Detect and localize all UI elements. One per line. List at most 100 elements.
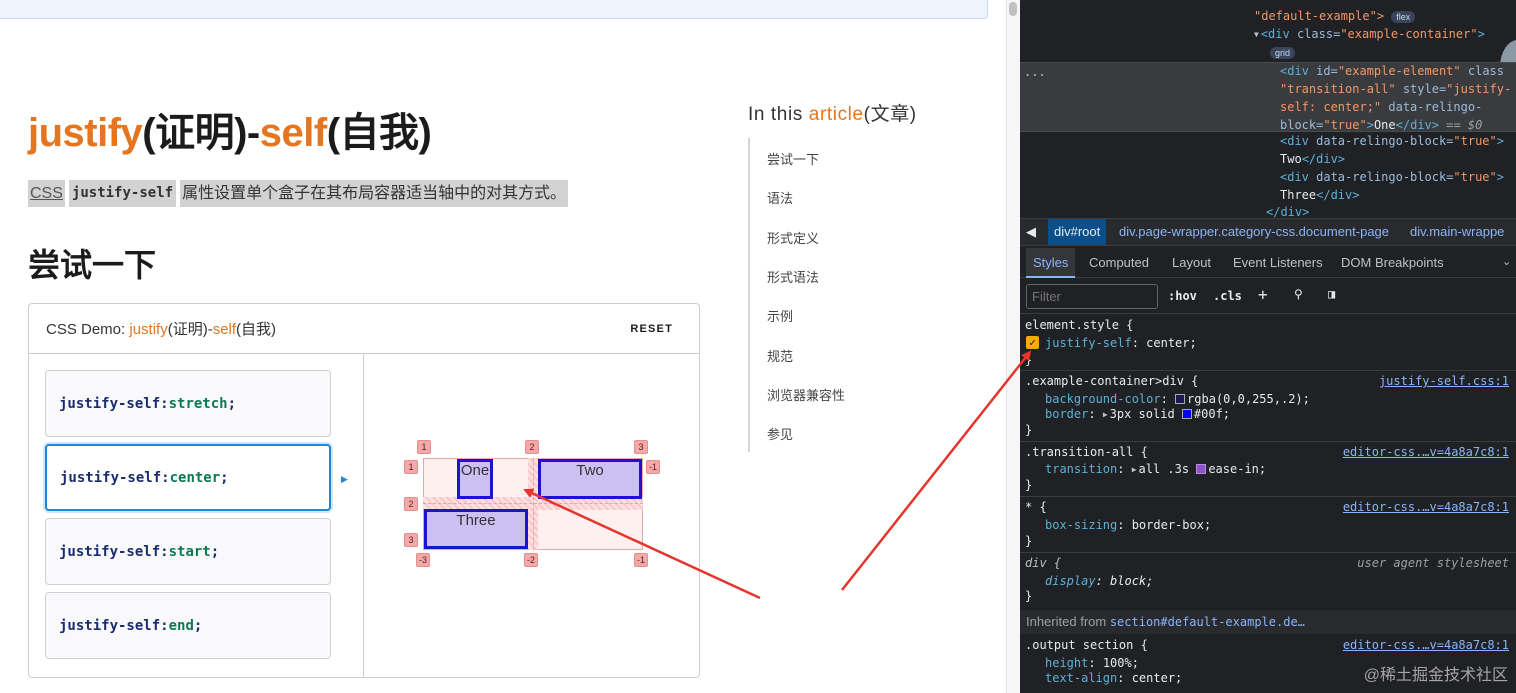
- grid-item-one[interactable]: One: [457, 459, 493, 499]
- toc-heading-part-3: (文章): [863, 104, 917, 125]
- rule-declaration[interactable]: box-sizing: border-box;: [1045, 517, 1211, 533]
- dom-tag: >: [1366, 118, 1374, 132]
- choice-center[interactable]: justify-self: center;: [45, 444, 331, 511]
- css-value: center;: [1146, 336, 1197, 350]
- breadcrumb-item[interactable]: div.page-wrapper.category-css.document-p…: [1119, 224, 1389, 239]
- rule-selector: div {: [1025, 556, 1062, 570]
- grid-badge[interactable]: grid: [1270, 46, 1296, 59]
- reset-button[interactable]: RESET: [630, 323, 673, 335]
- toc-item[interactable]: 形式语法: [767, 267, 819, 286]
- flex-badge[interactable]: flex: [1391, 10, 1416, 23]
- rule-source-link[interactable]: justify-self.css:1: [1379, 373, 1509, 389]
- breadcrumb-item[interactable]: div.main-wrappe: [1410, 224, 1504, 239]
- search-bar[interactable]: [0, 0, 988, 19]
- page-scroll-thumb[interactable]: [1009, 2, 1017, 16]
- breadcrumb-back-icon[interactable]: ◀: [1026, 224, 1036, 240]
- tab-event-listeners[interactable]: Event Listeners: [1233, 255, 1323, 270]
- dom-line-three[interactable]: <div data-relingo-block="true">: [1280, 168, 1504, 186]
- dom-line-container[interactable]: ▼ <div class="example-container">: [1254, 25, 1485, 44]
- tab-layout[interactable]: Layout: [1172, 255, 1211, 270]
- breadcrumb: ◀ div#root div.page-wrapper.category-css…: [1020, 218, 1516, 246]
- css-value: 3px solid: [1109, 407, 1182, 421]
- filter-input[interactable]: [1026, 284, 1158, 309]
- rule-close: }: [1025, 478, 1033, 492]
- table-of-contents: 尝试一下 语法 形式定义 形式语法 示例 规范 浏览器兼容性 参见: [748, 138, 948, 452]
- easing-icon[interactable]: [1196, 464, 1207, 474]
- new-rule-button[interactable]: +: [1258, 285, 1268, 304]
- color-swatch[interactable]: [1181, 409, 1192, 419]
- tab-computed[interactable]: Computed: [1089, 255, 1149, 270]
- paint-brush-icon[interactable]: ⚲: [1294, 287, 1303, 301]
- page-scrollbar[interactable]: [1006, 0, 1020, 693]
- rule-source-link[interactable]: editor-css.…v=4a8a7c8:1: [1343, 637, 1509, 653]
- css-link[interactable]: CSS: [28, 180, 65, 207]
- toc-item[interactable]: 语法: [767, 188, 793, 207]
- choice-value: start: [168, 543, 211, 560]
- dom-selected-node[interactable]: ... <div id="example-element" class "tra…: [1020, 62, 1516, 132]
- expand-triangle-icon[interactable]: ▼: [1254, 26, 1259, 44]
- choice-prop: justify-self: [59, 617, 161, 634]
- rule-declaration[interactable]: background-color: rgba(0,0,255,.2);: [1045, 391, 1310, 407]
- expand-triangle-icon[interactable]: ▶: [1103, 407, 1108, 423]
- css-value: all .3s: [1138, 462, 1197, 476]
- inherited-link[interactable]: section#default-example.de…: [1110, 615, 1305, 629]
- choice-stretch[interactable]: justify-self: stretch;: [45, 370, 331, 437]
- rule-declaration[interactable]: justify-self: center;: [1045, 335, 1197, 351]
- rule-universal: * {editor-css.…v=4a8a7c8:1: [1025, 499, 1513, 515]
- dom-text: Three: [1280, 188, 1317, 202]
- choice-end: ;: [193, 617, 203, 634]
- rule-declaration[interactable]: text-align: center;: [1045, 670, 1182, 686]
- css-property: text-align: [1045, 671, 1118, 685]
- toc-item[interactable]: 参见: [767, 424, 793, 443]
- toc-item[interactable]: 尝试一下: [767, 149, 819, 168]
- rule-declaration[interactable]: border: ▶ 3px solid #00f;: [1045, 406, 1230, 423]
- choice-value: stretch: [168, 395, 228, 412]
- demo-title: CSS Demo: justify(证明)-self(自我): [46, 318, 276, 339]
- rule-declaration[interactable]: height: 100%;: [1045, 655, 1139, 671]
- sidebar-toggle-icon[interactable]: ◨: [1328, 287, 1335, 301]
- dom-line-two-text: Two</div>: [1280, 150, 1345, 168]
- choice-sep: :: [161, 469, 170, 486]
- css-value: center;: [1131, 671, 1183, 685]
- rule-source-link[interactable]: editor-css.…v=4a8a7c8:1: [1343, 499, 1509, 515]
- mdn-page: justify(证明)-self(自我) CSS justify-self 属性…: [0, 0, 1020, 693]
- css-demo-panel: CSS Demo: justify(证明)-self(自我) RESET jus…: [28, 303, 700, 678]
- demo-title-part-1: justify: [129, 321, 168, 338]
- dom-tag: <div: [1280, 134, 1309, 148]
- description-text: 属性设置单个盒子在其布局容器适当轴中的对其方式。: [180, 180, 569, 207]
- choice-end[interactable]: justify-self: end;: [45, 592, 331, 659]
- rule-declaration[interactable]: transition: ▶ all .3s ease-in;: [1045, 461, 1266, 478]
- css-value: #00f;: [1193, 407, 1231, 421]
- demo-header: CSS Demo: justify(证明)-self(自我) RESET: [29, 304, 699, 354]
- cls-button[interactable]: .cls: [1213, 289, 1242, 303]
- toc-item[interactable]: 示例: [767, 306, 793, 325]
- hov-button[interactable]: :hov: [1168, 289, 1197, 303]
- property-checkbox[interactable]: ✓: [1026, 336, 1039, 349]
- rule-source-link[interactable]: editor-css.…v=4a8a7c8:1: [1343, 444, 1509, 460]
- toc-heading-part-1: In this: [748, 104, 809, 125]
- title-part-3: self: [259, 111, 327, 155]
- dom-attr-value: "true": [1453, 134, 1497, 148]
- dom-line-two[interactable]: <div data-relingo-block="true">: [1280, 132, 1504, 150]
- breadcrumb-item[interactable]: div#root: [1048, 219, 1107, 245]
- choice-start[interactable]: justify-self: start;: [45, 518, 331, 585]
- tab-styles[interactable]: Styles: [1026, 248, 1076, 278]
- dom-tag: </div>: [1301, 152, 1346, 166]
- css-value: border-box;: [1131, 518, 1212, 532]
- dom-tag: >: [1496, 134, 1504, 148]
- dom-line-section[interactable]: "default-example"> flex: [1254, 7, 1416, 25]
- demo-title-prefix: CSS Demo:: [46, 321, 130, 338]
- color-swatch[interactable]: [1175, 394, 1186, 404]
- tab-dom-breakpoints[interactable]: DOM Breakpoints: [1341, 255, 1444, 270]
- toc-item[interactable]: 形式定义: [767, 228, 819, 247]
- grid-column-line: [533, 458, 534, 550]
- expand-triangle-icon[interactable]: ▶: [1132, 462, 1137, 478]
- toc-item[interactable]: 规范: [767, 346, 793, 365]
- rule-div-ua: div {user agent stylesheet: [1025, 555, 1513, 571]
- rule-close: }: [1025, 353, 1033, 367]
- toc-item[interactable]: 浏览器兼容性: [767, 385, 845, 404]
- css-property: background-color: [1045, 392, 1161, 406]
- chevron-down-icon[interactable]: ⌄: [1502, 255, 1511, 268]
- choice-prop: justify-self: [59, 395, 161, 412]
- dom-more-icon[interactable]: ...: [1024, 63, 1046, 81]
